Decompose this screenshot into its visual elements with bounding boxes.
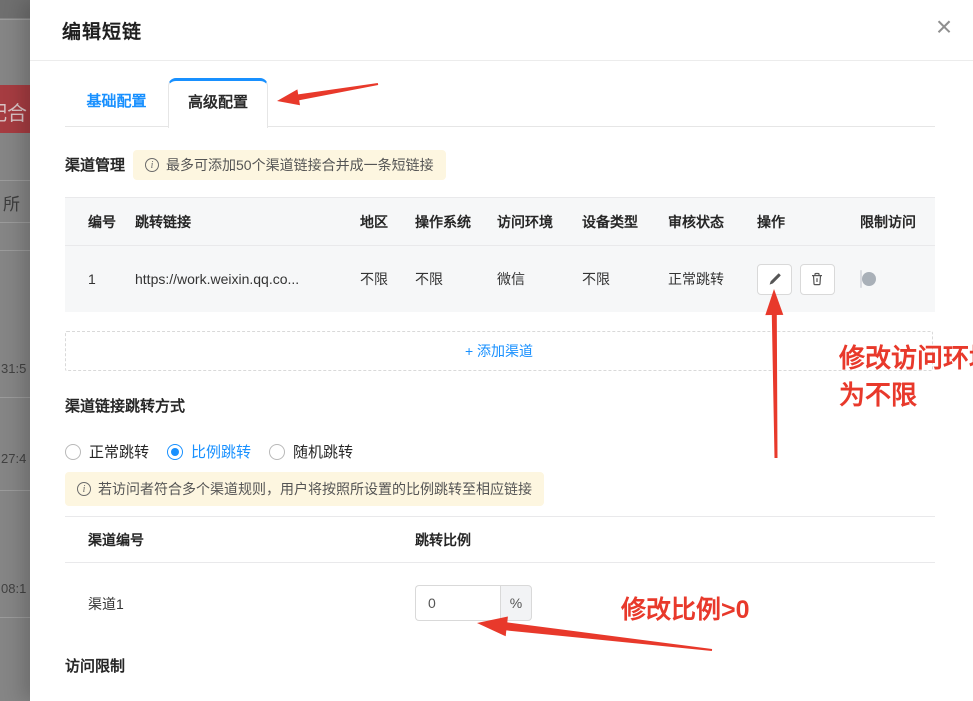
radio-random-redirect[interactable]: 随机跳转 <box>269 441 353 462</box>
backdrop-red-banner: 配合 <box>0 85 30 133</box>
backdrop-divider <box>0 250 30 251</box>
edit-shortlink-modal: 编辑短链 × 基础配置 高级配置 渠道管理 i 最多可添加50个渠道链接合并成一… <box>30 0 973 701</box>
trash-icon <box>809 271 825 287</box>
ratio-rule-note: i 若访问者符合多个渠道规则，用户将按照所设置的比例跳转至相应链接 <box>65 472 544 506</box>
ratio-input-group: 0 % <box>415 585 532 621</box>
ratio-rule-note-text: 若访问者符合多个渠道规则，用户将按照所设置的比例跳转至相应链接 <box>98 479 532 499</box>
cell-status: 正常跳转 <box>668 269 757 289</box>
cell-url: https://work.weixin.qq.co... <box>135 271 360 287</box>
col-header-device: 设备类型 <box>582 212 668 232</box>
col-header-id: 编号 <box>88 212 135 232</box>
backdrop-divider <box>0 397 30 398</box>
backdrop-divider <box>0 19 30 20</box>
backdrop-banner-text: 配合 <box>0 97 27 126</box>
add-channel-button[interactable]: + 添加渠道 <box>65 331 933 371</box>
col-header-region: 地区 <box>360 212 415 232</box>
backdrop-page: 配合 所 31:5 27:4 08:1 <box>0 0 30 701</box>
info-icon: i <box>145 158 159 172</box>
col-header-ratio: 跳转比例 <box>415 530 471 550</box>
modal-title: 编辑短链 <box>62 17 142 44</box>
channel-table: 编号 跳转链接 地区 操作系统 访问环境 设备类型 审核状态 操作 限制访问 1… <box>65 197 935 312</box>
ratio-input[interactable]: 0 <box>415 585 500 621</box>
backdrop-timestamp: 31:5 <box>1 361 26 376</box>
col-header-restrict: 限制访问 <box>860 212 935 232</box>
channel-management-heading: 渠道管理 <box>65 154 125 175</box>
backdrop-timestamp: 08:1 <box>1 581 26 596</box>
restrict-access-toggle[interactable] <box>860 270 862 288</box>
cell-restrict <box>860 271 935 287</box>
backdrop-row-label: 所 <box>3 190 20 215</box>
backdrop-header-band <box>0 0 30 18</box>
cell-channel-name: 渠道1 <box>88 585 415 614</box>
screen: 配合 所 31:5 27:4 08:1 编辑短链 × 基础配置 高级配置 渠道管… <box>0 0 973 701</box>
radio-label: 正常跳转 <box>89 441 149 462</box>
ratio-table-header: 渠道编号 跳转比例 <box>65 516 935 563</box>
radio-icon <box>269 444 285 460</box>
annotation-edit-env: 修改访问环境为不限 <box>839 340 973 414</box>
radio-label: 随机跳转 <box>293 441 353 462</box>
cell-os: 不限 <box>415 269 497 289</box>
radio-normal-redirect[interactable]: 正常跳转 <box>65 441 149 462</box>
cell-actions <box>757 264 860 295</box>
info-icon: i <box>77 482 91 496</box>
channel-note: i 最多可添加50个渠道链接合并成一条短链接 <box>133 150 446 180</box>
radio-icon <box>65 444 81 460</box>
toggle-knob <box>862 272 876 286</box>
delete-channel-button[interactable] <box>800 264 835 295</box>
close-icon[interactable]: × <box>929 10 959 44</box>
col-header-url: 跳转链接 <box>135 212 360 232</box>
col-header-actions: 操作 <box>757 212 860 232</box>
ratio-table-row: 渠道1 0 % <box>65 563 935 621</box>
backdrop-divider <box>0 617 30 618</box>
annotation-ratio: 修改比例>0 <box>621 590 750 626</box>
pencil-icon <box>767 271 783 287</box>
tab-advanced-config[interactable]: 高级配置 <box>168 78 268 128</box>
channel-table-header: 编号 跳转链接 地区 操作系统 访问环境 设备类型 审核状态 操作 限制访问 <box>65 197 935 245</box>
backdrop-divider <box>0 222 30 223</box>
ratio-table: 渠道编号 跳转比例 渠道1 0 % <box>65 516 935 621</box>
channel-table-row: 1 https://work.weixin.qq.co... 不限 不限 微信 … <box>65 245 935 312</box>
tab-basic-config[interactable]: 基础配置 <box>65 78 168 126</box>
channel-note-text: 最多可添加50个渠道链接合并成一条短链接 <box>166 155 434 175</box>
header-divider <box>30 60 973 61</box>
redirect-mode-radio-group: 正常跳转 比例跳转 随机跳转 <box>65 441 353 462</box>
redirect-mode-heading: 渠道链接跳转方式 <box>65 395 185 416</box>
backdrop-timestamp: 27:4 <box>1 451 26 466</box>
cell-device: 不限 <box>582 269 668 289</box>
radio-icon-selected <box>167 444 183 460</box>
backdrop-divider <box>0 490 30 491</box>
col-header-status: 审核状态 <box>668 212 757 232</box>
percent-addon: % <box>500 585 532 621</box>
cell-id: 1 <box>88 271 135 287</box>
access-restriction-heading: 访问限制 <box>65 655 125 676</box>
col-header-env: 访问环境 <box>497 212 582 232</box>
cell-region: 不限 <box>360 269 415 289</box>
col-header-channel: 渠道编号 <box>88 530 415 550</box>
radio-label: 比例跳转 <box>191 441 251 462</box>
col-header-os: 操作系统 <box>415 212 497 232</box>
cell-env: 微信 <box>497 269 582 289</box>
edit-channel-button[interactable] <box>757 264 792 295</box>
backdrop-divider <box>0 180 30 181</box>
radio-ratio-redirect[interactable]: 比例跳转 <box>167 441 251 462</box>
